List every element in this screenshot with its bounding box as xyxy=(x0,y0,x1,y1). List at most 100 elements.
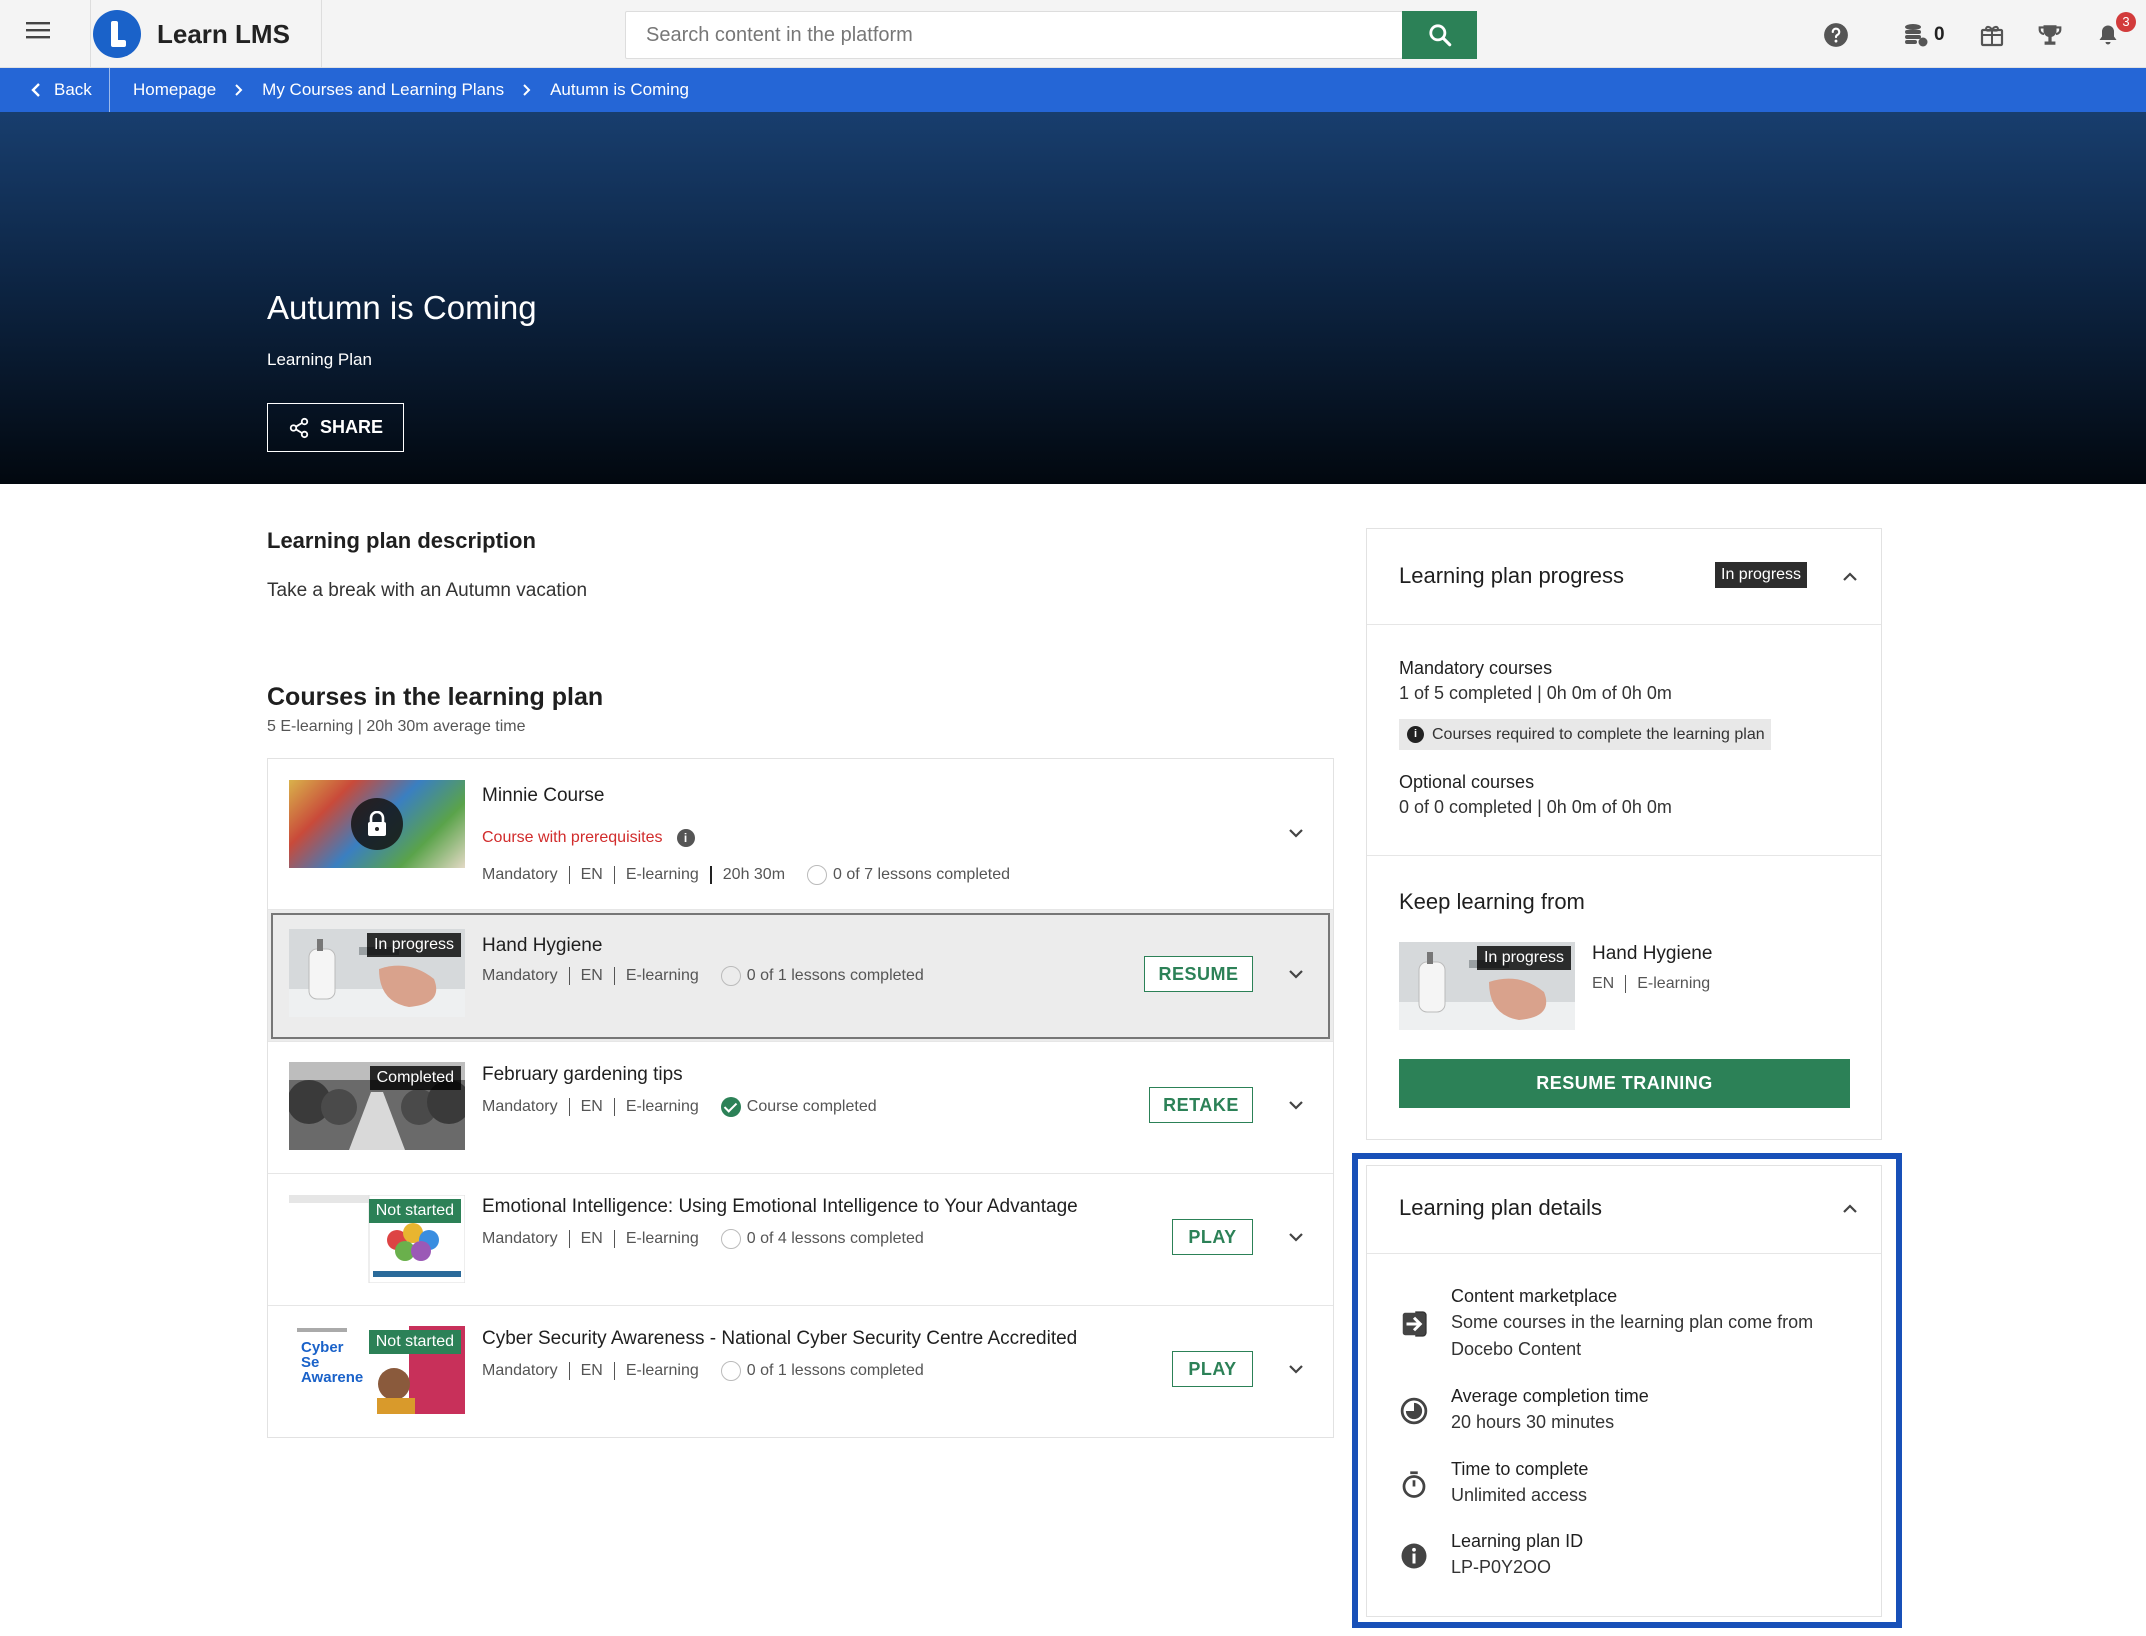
search-button[interactable] xyxy=(1402,11,1477,59)
gift-icon[interactable] xyxy=(1980,20,2004,50)
prerequisites-label: Course with prerequisites xyxy=(482,829,663,846)
mandatory-courses-label: Mandatory courses xyxy=(1399,658,1553,678)
course-thumbnail: Not started xyxy=(289,1195,465,1283)
course-requirement: Mandatory xyxy=(482,1362,558,1379)
resume-training-button[interactable]: RESUME TRAINING xyxy=(1399,1059,1850,1108)
help-icon[interactable] xyxy=(1823,20,1849,50)
top-bar: Learn LMS 0 3 xyxy=(0,0,2146,68)
course-meta: Mandatory EN E-learning 0 of 4 lessons c… xyxy=(482,1229,924,1249)
progress-circle-icon xyxy=(720,1361,741,1381)
page-title: Autumn is Coming xyxy=(267,289,537,326)
progress-circle-icon xyxy=(720,1229,741,1249)
chevron-right-icon xyxy=(235,84,243,96)
course-meta: Mandatory EN E-learning 20h 30m 0 of 7 l… xyxy=(482,865,1010,885)
description-heading: Learning plan description xyxy=(267,528,536,553)
hero-banner: Autumn is Coming Learning Plan SHARE xyxy=(0,112,2146,484)
share-icon xyxy=(289,417,309,438)
required-courses-note: i Courses required to complete the learn… xyxy=(1399,719,1771,750)
chevron-up-icon[interactable] xyxy=(1838,565,1862,589)
progress-panel-header[interactable]: Learning plan progress In progress xyxy=(1367,529,1881,625)
logo-icon xyxy=(93,10,141,58)
course-requirement: Mandatory xyxy=(482,866,558,883)
course-language: EN xyxy=(580,1362,603,1379)
retake-button[interactable]: RETAKE xyxy=(1149,1087,1253,1123)
notifications-bell[interactable]: 3 xyxy=(2096,12,2136,50)
coins-icon xyxy=(1905,24,1928,47)
course-format: E-learning xyxy=(625,967,699,984)
optional-courses-value: 0 of 0 completed | 0h 0m of 0h 0m xyxy=(1399,797,1672,817)
hamburger-menu-icon[interactable] xyxy=(26,20,62,48)
course-title[interactable]: Emotional Intelligence: Using Emotional … xyxy=(482,1196,1078,1218)
trophy-icon[interactable] xyxy=(2037,20,2063,50)
course-thumbnail: In progress xyxy=(289,929,465,1017)
course-meta: Mandatory EN E-learning Course completed xyxy=(482,1097,877,1117)
status-badge: Not started xyxy=(368,1199,461,1223)
play-button[interactable]: PLAY xyxy=(1172,1351,1253,1387)
progress-circle-icon xyxy=(807,865,828,885)
page-type: Learning Plan xyxy=(267,350,372,369)
chevron-down-icon[interactable] xyxy=(1284,1093,1308,1117)
keep-learning-thumbnail[interactable]: In progress xyxy=(1399,942,1575,1030)
chevron-left-icon xyxy=(31,83,40,97)
course-format: E-learning xyxy=(625,1098,699,1115)
coins-widget[interactable]: 0 xyxy=(1904,20,1945,50)
search-input[interactable] xyxy=(626,12,1402,58)
breadcrumb: Homepage My Courses and Learning Plans A… xyxy=(133,68,689,112)
chevron-down-icon[interactable] xyxy=(1284,1357,1308,1381)
app-name: Learn LMS xyxy=(157,18,290,49)
status-badge: Completed xyxy=(369,1066,461,1090)
status-badge: Not started xyxy=(368,1330,461,1354)
chevron-down-icon[interactable] xyxy=(1284,1225,1308,1249)
course-title[interactable]: Cyber Security Awareness - National Cybe… xyxy=(482,1328,1077,1350)
breadcrumb-homepage[interactable]: Homepage xyxy=(133,80,216,100)
prerequisites-warning: Course with prerequisites i xyxy=(482,829,695,847)
status-badge: In progress xyxy=(1476,946,1571,970)
status-badge: In progress xyxy=(366,933,461,957)
course-language: EN xyxy=(580,967,603,984)
app-logo[interactable]: Learn LMS xyxy=(90,0,322,68)
breadcrumb-bar: Back Homepage My Courses and Learning Pl… xyxy=(0,68,2146,112)
keep-learning-heading: Keep learning from xyxy=(1399,889,1585,914)
course-requirement: Mandatory xyxy=(482,967,558,984)
chevron-down-icon[interactable] xyxy=(1284,821,1308,845)
course-row[interactable]: Minnie Course Course with prerequisites … xyxy=(268,759,1333,910)
breadcrumb-my-courses[interactable]: My Courses and Learning Plans xyxy=(262,80,504,100)
learning-plan-progress-panel: Learning plan progress In progress Manda… xyxy=(1366,528,1882,1140)
course-format: E-learning xyxy=(1637,975,1711,992)
course-row[interactable]: Not started Emotional Intelligence: Usin… xyxy=(268,1174,1333,1306)
play-button[interactable]: PLAY xyxy=(1172,1219,1253,1255)
lock-icon xyxy=(351,798,403,850)
course-thumbnail: Completed xyxy=(289,1062,465,1150)
search-field[interactable] xyxy=(625,11,1403,59)
course-progress: Course completed xyxy=(746,1098,877,1115)
back-button[interactable]: Back xyxy=(0,68,110,112)
coins-count: 0 xyxy=(1934,24,1945,45)
course-requirement: Mandatory xyxy=(482,1230,558,1247)
course-duration: 20h 30m xyxy=(722,866,786,883)
share-button[interactable]: SHARE xyxy=(267,403,404,452)
course-language: EN xyxy=(1592,975,1615,992)
highlight-outline xyxy=(1352,1153,1902,1628)
course-title[interactable]: February gardening tips xyxy=(482,1064,683,1086)
resume-button[interactable]: RESUME xyxy=(1144,956,1253,992)
courses-summary: 5 E-learning | 20h 30m average time xyxy=(267,718,526,735)
course-progress: 0 of 1 lessons completed xyxy=(746,967,924,984)
course-meta: Mandatory EN E-learning 0 of 1 lessons c… xyxy=(482,1361,924,1381)
course-language: EN xyxy=(580,866,603,883)
course-meta: Mandatory EN E-learning 0 of 1 lessons c… xyxy=(482,966,924,986)
chevron-right-icon xyxy=(523,84,531,96)
course-progress: 0 of 4 lessons completed xyxy=(746,1230,924,1247)
course-title[interactable]: Minnie Course xyxy=(482,785,605,807)
course-language: EN xyxy=(580,1230,603,1247)
description-text: Take a break with an Autumn vacation xyxy=(267,580,588,601)
chevron-down-icon[interactable] xyxy=(1284,962,1308,986)
keep-learning-course-title[interactable]: Hand Hygiene xyxy=(1592,943,1712,965)
course-format: E-learning xyxy=(625,1230,699,1247)
course-title[interactable]: Hand Hygiene xyxy=(482,935,602,957)
course-row[interactable]: In progress Hand Hygiene Mandatory EN E-… xyxy=(268,910,1333,1042)
search-icon xyxy=(1428,24,1451,47)
info-icon[interactable]: i xyxy=(676,829,695,847)
course-thumbnail xyxy=(289,780,465,868)
course-row[interactable]: Completed February gardening tips Mandat… xyxy=(268,1042,1333,1174)
course-row[interactable]: Cyber Se Awarene Not started Cyber Secur… xyxy=(268,1306,1333,1438)
